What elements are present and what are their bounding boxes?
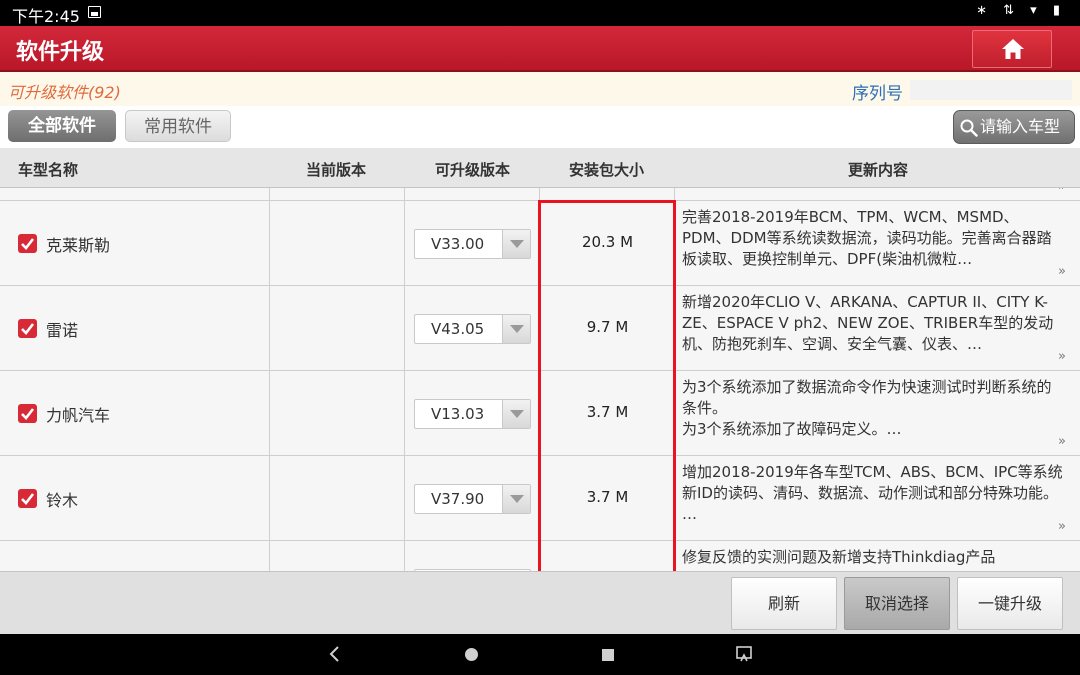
brand-name: 雷诺 — [46, 321, 79, 340]
package-size: 3.7 M — [586, 403, 629, 421]
serial-number-label: 序列号 — [852, 84, 903, 104]
update-description: 增加2018-2019年各车型TCM、ABS、BCM、IPC等系统新ID的读码、… — [682, 463, 1063, 523]
status-icons: ∗ ⇅ ▾ ▮ — [976, 3, 1066, 18]
column-package-size: 安装包大小 — [569, 161, 645, 179]
version-value: V13.03 — [431, 405, 485, 423]
version-value: V37.90 — [431, 490, 485, 508]
chevron-down-icon — [502, 230, 530, 258]
table-header: 车型名称 当前版本 可升级版本 安装包大小 更新内容 — [0, 148, 1080, 188]
action-bar: 刷新 取消选择 一键升级 — [0, 571, 1080, 634]
update-description: 修复反馈的实测问题及新增支持Thinkdiag产品 — [682, 548, 996, 566]
version-value: V33.00 — [431, 235, 485, 253]
info-row: 可升级软件(92) 序列号 — [0, 72, 1080, 106]
model-search-button[interactable]: 请输入车型 — [953, 110, 1075, 144]
brand-name: 克莱斯勒 — [46, 236, 111, 255]
gallery-notification-icon — [88, 6, 101, 18]
expand-more-icon[interactable]: » — [1058, 349, 1066, 364]
home-icon — [1002, 39, 1024, 59]
table-row: 雷诺 V43.05 9.7 M 新增2020年CLIO V、ARKANA、CAP… — [0, 285, 1080, 370]
table-row: 克莱斯勒 V33.00 20.3 M 完善2018-2019年BCM、TPM、W… — [0, 200, 1080, 285]
version-select[interactable]: V33.00 — [414, 229, 531, 259]
update-description: 新增2020年CLIO V、ARKANA、CAPTUR II、CITY K-ZE… — [682, 293, 1054, 353]
brand-name: 铃木 — [46, 491, 79, 510]
check-icon — [21, 408, 35, 420]
column-model: 车型名称 — [18, 161, 79, 179]
column-current-version: 当前版本 — [306, 161, 367, 179]
version-select[interactable]: V37.90 — [414, 484, 531, 514]
table-row: 铃木 V37.90 3.7 M 增加2018-2019年各车型TCM、ABS、B… — [0, 455, 1080, 540]
table-row: 修复反馈的实测问题及新增支持Thinkdiag产品 — [0, 540, 1080, 571]
check-icon — [21, 323, 35, 335]
version-value: V43.05 — [431, 320, 485, 338]
software-table[interactable]: » 克莱斯勒 V33.00 20.3 M 完善2018-2019年BCM、TPM… — [0, 188, 1080, 571]
home-button[interactable] — [972, 30, 1052, 68]
refresh-button[interactable]: 刷新 — [731, 577, 837, 630]
column-update-content: 更新内容 — [848, 161, 909, 179]
package-size: 20.3 M — [581, 233, 634, 251]
status-bar: 下午2:45 ∗ ⇅ ▾ ▮ — [0, 0, 1080, 26]
update-description: 为3个系统添加了数据流命令作为快速测试时判断系统的条件。 为3个系统添加了故障码… — [682, 378, 1052, 438]
search-icon — [960, 119, 978, 137]
chevron-down-icon — [502, 315, 530, 343]
home-nav-icon[interactable] — [465, 648, 478, 661]
column-upgradable-version: 可升级版本 — [435, 161, 511, 179]
tab-all-software[interactable]: 全部软件 — [8, 110, 116, 142]
package-size: 3.7 M — [586, 488, 629, 506]
expand-more-icon[interactable]: » — [1058, 264, 1066, 279]
check-icon — [21, 238, 35, 250]
search-label: 请输入车型 — [980, 117, 1061, 136]
back-icon[interactable] — [328, 646, 340, 662]
table-row: 力帆汽车 V13.03 3.7 M 为3个系统添加了数据流命令作为快速测试时判断… — [0, 370, 1080, 455]
cancel-selection-button[interactable]: 取消选择 — [844, 577, 950, 630]
row-checkbox[interactable] — [18, 489, 37, 508]
status-time: 下午2:45 — [12, 7, 80, 26]
one-key-upgrade-button[interactable]: 一键升级 — [957, 577, 1063, 630]
filter-row: 全部软件 常用软件 请输入车型 — [0, 106, 1080, 148]
title-bar: 软件升级 — [0, 26, 1080, 72]
recent-apps-icon[interactable] — [602, 649, 614, 661]
upgradable-count: 可升级软件(92) — [8, 83, 121, 102]
serial-number-value — [910, 80, 1072, 100]
version-select[interactable]: V13.03 — [414, 399, 531, 429]
check-icon — [21, 493, 35, 505]
navigation-bar — [0, 634, 1080, 675]
row-checkbox[interactable] — [18, 319, 37, 338]
package-size: 9.7 M — [586, 318, 629, 336]
page-title: 软件升级 — [16, 40, 105, 65]
expand-more-icon[interactable]: » — [1058, 188, 1066, 194]
row-checkbox[interactable] — [18, 234, 37, 253]
brand-name: 力帆汽车 — [46, 406, 111, 425]
expand-more-icon[interactable]: » — [1058, 434, 1066, 449]
chevron-down-icon — [502, 400, 530, 428]
table-row: » — [0, 188, 1080, 200]
chevron-down-icon — [502, 485, 530, 513]
expand-more-icon[interactable]: » — [1058, 519, 1066, 534]
tab-common-software[interactable]: 常用软件 — [125, 110, 231, 142]
version-select[interactable]: V43.05 — [414, 314, 531, 344]
update-description: 完善2018-2019年BCM、TPM、WCM、MSMD、PDM、DDM等系统读… — [682, 208, 1052, 268]
screenshot-icon[interactable] — [736, 646, 752, 662]
row-checkbox[interactable] — [18, 404, 37, 423]
